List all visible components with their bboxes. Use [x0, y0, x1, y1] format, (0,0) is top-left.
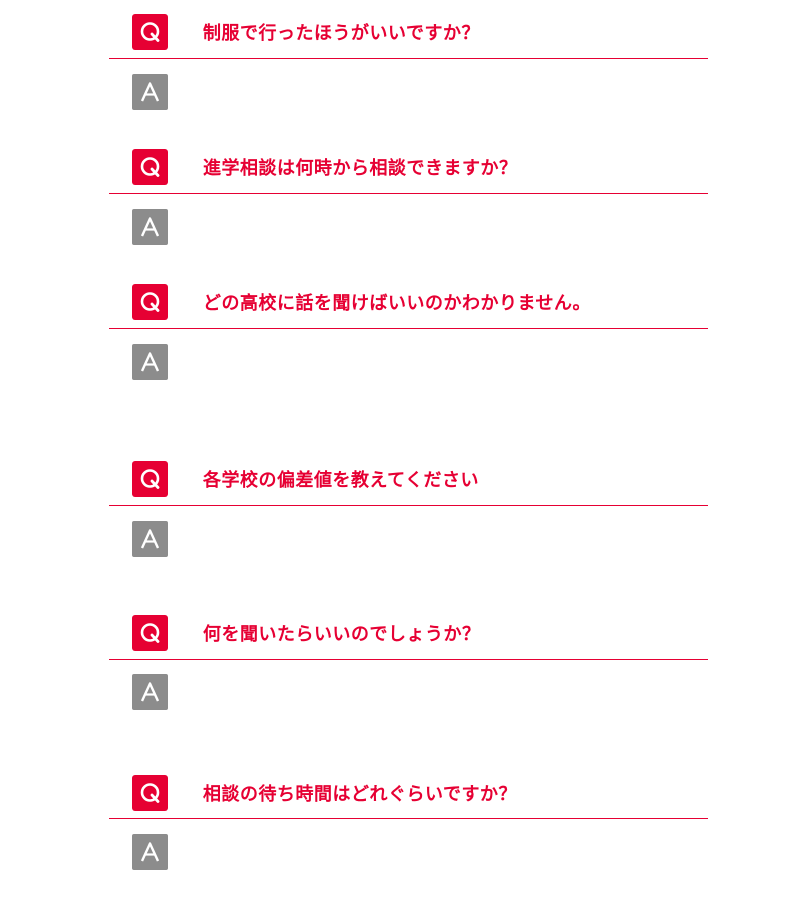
question-row[interactable]: 各学校の偏差値を教えてください: [132, 461, 479, 497]
question-text: 進学相談は何時から相談できますか？: [203, 158, 518, 179]
a-letter-icon: [132, 834, 168, 870]
faq-item: 制服で行ったほうがいいですか？: [0, 14, 793, 114]
divider: [109, 818, 708, 819]
divider: [109, 193, 708, 194]
answer-row: [132, 834, 168, 870]
question-row[interactable]: 進学相談は何時から相談できますか？: [132, 149, 518, 185]
answer-row: [132, 74, 168, 110]
answer-row: [132, 521, 168, 557]
question-row[interactable]: 何を聞いたらいいのでしょうか？: [132, 615, 481, 651]
a-letter-icon: [132, 74, 168, 110]
faq-item: 進学相談は何時から相談できますか？: [0, 149, 793, 249]
answer-row: [132, 674, 168, 710]
question-row[interactable]: どの高校に話を聞けばいいのかわかりません。: [132, 284, 591, 320]
question-text: 何を聞いたらいいのでしょうか？: [203, 624, 481, 645]
question-text: どの高校に話を聞けばいいのかわかりません。: [203, 293, 591, 314]
a-letter-icon: [132, 521, 168, 557]
q-letter-icon: [132, 615, 168, 651]
faq-item: 相談の待ち時間はどれぐらいですか？: [0, 775, 793, 875]
divider: [109, 505, 708, 506]
question-row[interactable]: 相談の待ち時間はどれぐらいですか？: [132, 775, 517, 811]
faq-item: どの高校に話を聞けばいいのかわかりません。: [0, 284, 793, 384]
faq-item: 何を聞いたらいいのでしょうか？: [0, 615, 793, 715]
q-letter-icon: [132, 14, 168, 50]
answer-row: [132, 344, 168, 380]
a-letter-icon: [132, 209, 168, 245]
divider: [109, 58, 708, 59]
q-letter-icon: [132, 284, 168, 320]
question-row[interactable]: 制服で行ったほうがいいですか？: [132, 14, 480, 50]
faq-list: 制服で行ったほうがいいですか？ 進学相談は何時から相談できますか？ どの高校に話…: [0, 0, 793, 922]
a-letter-icon: [132, 344, 168, 380]
q-letter-icon: [132, 461, 168, 497]
answer-row: [132, 209, 168, 245]
divider: [109, 659, 708, 660]
question-text: 制服で行ったほうがいいですか？: [203, 23, 480, 44]
a-letter-icon: [132, 674, 168, 710]
q-letter-icon: [132, 775, 168, 811]
question-text: 相談の待ち時間はどれぐらいですか？: [203, 784, 517, 805]
question-text: 各学校の偏差値を教えてください: [203, 470, 480, 491]
faq-item: 各学校の偏差値を教えてください: [0, 461, 793, 561]
divider: [109, 328, 708, 329]
q-letter-icon: [132, 149, 168, 185]
